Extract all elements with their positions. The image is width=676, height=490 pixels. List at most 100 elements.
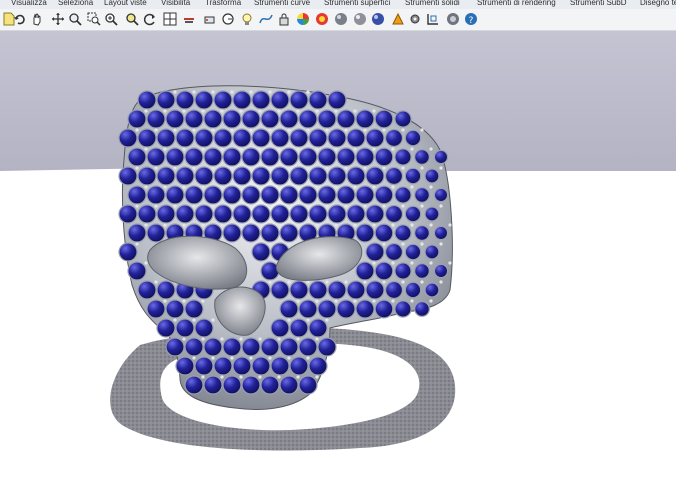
sapphire-gem	[384, 166, 404, 186]
metal-prong	[391, 147, 395, 151]
named-view-icon[interactable]	[202, 11, 218, 27]
metal-prong	[249, 166, 253, 170]
sapphire-gem	[394, 148, 412, 166]
metal-prong	[268, 128, 272, 132]
sapphire-gem	[222, 375, 242, 395]
tab-strumenti-superfici[interactable]: Strumenti superfici	[324, 0, 390, 8]
metal-prong	[287, 242, 291, 246]
pan-hand-icon[interactable]	[29, 11, 45, 27]
curve-select-icon[interactable]	[258, 11, 274, 27]
sapphire-gem	[289, 128, 309, 148]
viewport-grid-icon[interactable]	[162, 11, 178, 27]
metal-prong	[258, 109, 262, 113]
sapphire-gem	[433, 263, 449, 279]
metal-prong	[220, 337, 224, 341]
metal-prong	[211, 318, 215, 322]
sapphire-gem	[251, 166, 271, 186]
sapphire-gem	[327, 280, 347, 300]
metal-prong	[420, 204, 424, 208]
sapphire-gem	[146, 147, 166, 167]
lock-icon[interactable]	[276, 11, 292, 27]
tab-seleziona[interactable]: Seleziona	[58, 0, 93, 8]
metal-prong	[258, 337, 262, 341]
sapphire-gem	[222, 109, 242, 129]
metal-prong	[344, 204, 348, 208]
render-sphere-icon[interactable]	[333, 11, 349, 27]
sapphire-gem	[127, 185, 147, 205]
metal-prong	[287, 204, 291, 208]
tab-disegno-tecnico[interactable]: Disegno te	[640, 0, 676, 8]
set-cplane-icon[interactable]	[220, 11, 236, 27]
snap-icon[interactable]	[425, 11, 441, 27]
metal-prong	[192, 90, 196, 94]
metal-prong	[192, 166, 196, 170]
metal-prong	[135, 242, 139, 246]
tab-trasforma[interactable]: Trasforma	[205, 0, 241, 8]
sapphire-gem	[175, 356, 195, 376]
cut-icon[interactable]	[181, 11, 197, 27]
rendered-sphere-icon[interactable]	[370, 11, 386, 27]
zoom-icon[interactable]	[67, 11, 83, 27]
sapphire-gem	[298, 299, 318, 319]
sapphire-gem	[213, 166, 233, 186]
sapphire-gem	[336, 147, 356, 167]
sapphire-gem	[317, 147, 337, 167]
sapphire-gem	[127, 147, 147, 167]
tab-visualizza[interactable]: Visualizza	[11, 0, 47, 8]
sapphire-gem	[270, 280, 290, 300]
sapphire-gem	[279, 375, 299, 395]
metal-prong	[410, 261, 414, 265]
move-arrows-icon[interactable]	[50, 11, 66, 27]
shaded-sphere-icon[interactable]	[352, 11, 368, 27]
metal-prong	[363, 166, 367, 170]
blue-sphere-icon[interactable]	[390, 11, 406, 27]
metal-prong	[220, 223, 224, 227]
sapphire-gem	[394, 300, 412, 318]
environment-icon[interactable]	[445, 11, 461, 27]
sapphire-gem	[279, 109, 299, 129]
tab-strumenti-solidi[interactable]: Strumenti solidi	[405, 0, 460, 8]
tab-visibilita[interactable]: Visibilità	[161, 0, 190, 8]
metal-prong	[144, 147, 148, 151]
metal-prong	[192, 318, 196, 322]
sapphire-gem	[175, 90, 195, 110]
help-icon[interactable]: ?	[463, 11, 479, 27]
sapphire-gem	[270, 318, 290, 338]
sapphire-gem	[241, 223, 261, 243]
metal-prong	[211, 166, 215, 170]
sapphire-gem	[336, 299, 356, 319]
sapphire-gem	[232, 356, 252, 376]
sapphire-gem	[308, 90, 328, 110]
metal-prong	[230, 204, 234, 208]
sapphire-gem	[194, 204, 214, 224]
metal-prong	[249, 204, 253, 208]
metal-prong	[306, 280, 310, 284]
sapphire-gem	[184, 299, 204, 319]
undo-icon[interactable]	[12, 11, 28, 27]
metal-prong	[258, 375, 262, 379]
metal-prong	[429, 147, 433, 151]
zoom-window-icon[interactable]	[86, 11, 102, 27]
metal-prong	[448, 261, 452, 265]
metal-prong	[410, 299, 414, 303]
sapphire-gem	[241, 375, 261, 395]
lightbulb-icon[interactable]	[239, 11, 255, 27]
material-icon[interactable]	[314, 11, 330, 27]
metal-prong	[277, 185, 281, 189]
sapphire-gem	[260, 337, 280, 357]
zoom-extents-icon[interactable]	[103, 11, 119, 27]
tab-strumenti-curve[interactable]: Strumenti curve	[254, 0, 310, 8]
svg-text:?: ?	[469, 16, 474, 26]
color-wheel-icon[interactable]	[295, 11, 311, 27]
perspective-viewport[interactable]	[0, 31, 676, 490]
sapphire-gem	[270, 356, 290, 376]
metal-prong	[201, 147, 205, 151]
gear-options-icon[interactable]	[407, 11, 423, 27]
sapphire-gem	[298, 185, 318, 205]
rotate-view-icon[interactable]	[142, 11, 158, 27]
tab-strumenti-rendering[interactable]: Strumenti di rendering	[477, 0, 556, 8]
tab-strumenti-subd[interactable]: Strumenti SubD	[570, 0, 626, 8]
tab-layout-viste[interactable]: Layout viste	[104, 0, 147, 8]
zoom-selected-icon[interactable]	[124, 11, 140, 27]
metal-prong	[277, 375, 281, 379]
